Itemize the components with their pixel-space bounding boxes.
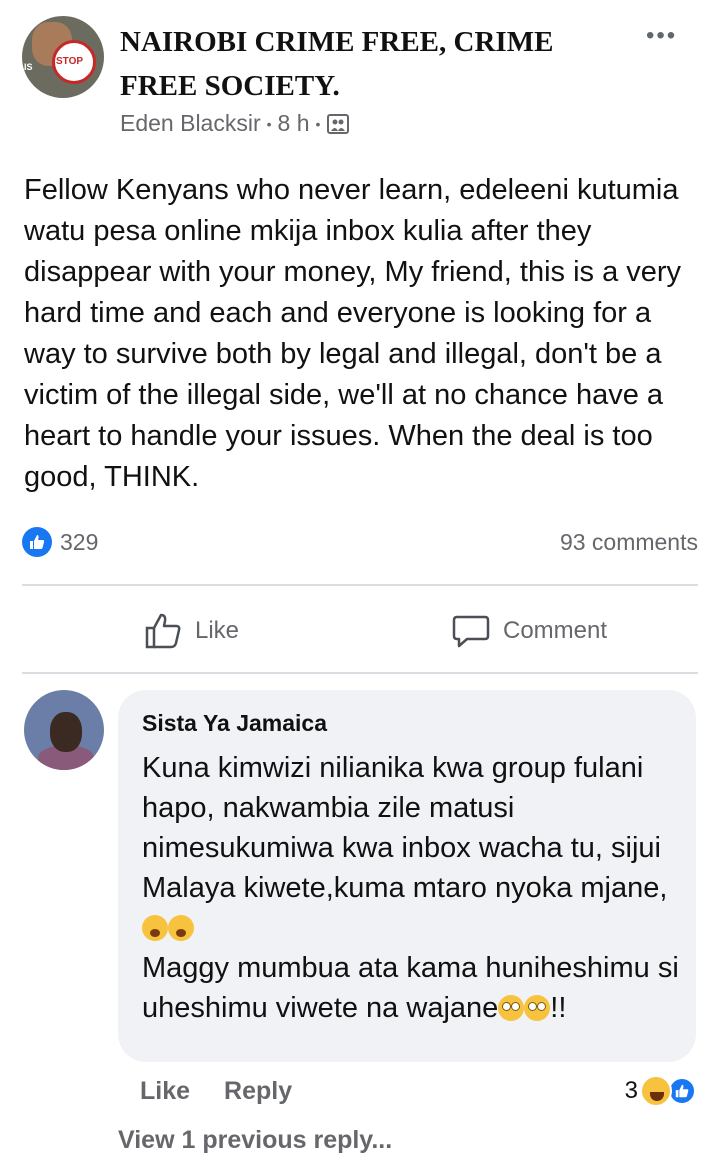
avatar-head [50,712,82,752]
comment-reply-button[interactable]: Reply [224,1077,292,1106]
commenter-avatar[interactable] [24,690,104,770]
comment-text-part2: Maggy mumbua ata kama huniheshimu si uhe… [142,952,679,1024]
loudly-crying-emoji-icon [142,915,168,941]
like-count[interactable]: 329 [22,527,98,557]
comment-button[interactable]: Comment [360,611,698,651]
more-options-icon[interactable]: ••• [646,22,677,50]
comment-bubble: Sista Ya Jamaica Kuna kimwizi nilianika … [118,690,696,1062]
comment-text-end: !! [550,992,567,1024]
reactions-summary[interactable]: 329 93 comments [22,524,698,560]
comment-reaction-count: 3 [624,1077,638,1104]
like-reaction-icon [668,1077,696,1105]
post-header: IS STOP NAIROBI CRIME FREE, CRIME FREE S… [0,0,720,150]
comment-footer: Like Reply 3 [140,1074,696,1108]
like-count-value: 329 [60,528,99,555]
author-name[interactable]: Eden Blacksir [120,110,261,137]
post-body: Fellow Kenyans who never learn, edeleeni… [24,174,682,493]
divider [22,672,698,674]
like-button[interactable]: Like [22,611,360,651]
comment-like-button[interactable]: Like [140,1077,190,1106]
post-actions: Like Comment [22,590,698,672]
comment-bubble-icon [452,615,490,648]
post-time[interactable]: 8 h [278,110,310,137]
group-name[interactable]: NAIROBI CRIME FREE, CRIME FREE SOCIETY. [120,20,620,108]
view-previous-replies-link[interactable]: View 1 previous reply... [118,1126,392,1155]
thumbs-up-icon [145,613,181,649]
like-button-label: Like [194,617,240,644]
group-avatar[interactable]: IS STOP [22,16,104,98]
group-privacy-icon [326,113,350,135]
comment-text-part1: Kuna kimwizi nilianika kwa group fulani … [142,752,668,904]
commenter-name[interactable]: Sista Ya Jamaica [142,708,672,738]
meta-separator: • [266,115,272,132]
rolling-eyes-emoji-icon [524,995,551,1021]
loudly-crying-emoji-icon [168,915,194,941]
comment-text: Kuna kimwizi nilianika kwa group fulani … [142,748,682,1028]
avatar-logo-text: STOP [56,56,84,67]
haha-reaction-icon [640,1075,672,1107]
comments-count[interactable]: 93 comments [560,529,698,556]
meta-separator-2: • [315,115,321,132]
comment-reactions[interactable]: 3 [625,1075,696,1107]
divider [22,584,698,586]
rolling-eyes-emoji-icon [498,995,525,1021]
post-meta: Eden Blacksir • 8 h • [120,110,350,137]
like-reaction-icon [22,527,52,557]
avatar-side-text: IS [24,62,33,72]
comment-button-label: Comment [502,617,608,644]
